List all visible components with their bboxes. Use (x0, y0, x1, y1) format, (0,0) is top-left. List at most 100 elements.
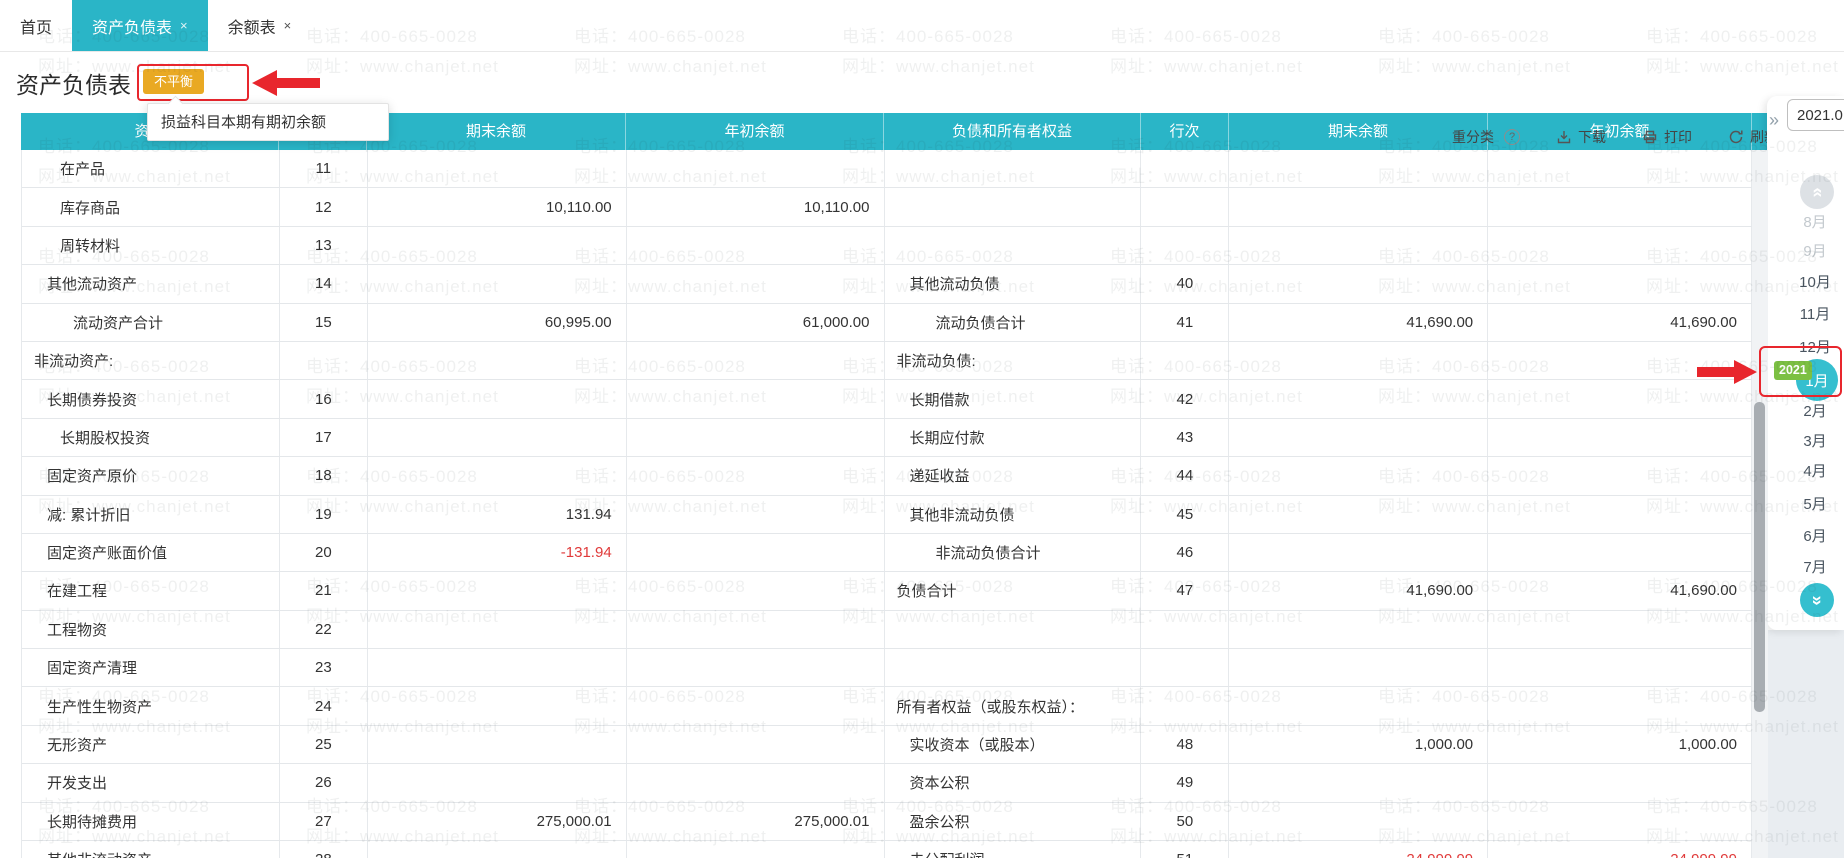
cell-liab-begin: 41,690.00 (1488, 303, 1752, 341)
cell-liab-label: 盈余公积 (885, 802, 1142, 841)
period-input[interactable] (1787, 99, 1844, 131)
cell-asset-end: 10,110.00 (368, 188, 627, 226)
cell-liab-label: 未分配利润 (885, 841, 1142, 858)
table-row: 固定资产清理 23 (22, 649, 1752, 688)
refresh-icon (1728, 129, 1744, 145)
table-row: 生产性生物资产 24 所有者权益（或股东权益）： (22, 687, 1752, 726)
cell-asset-no: 21 (280, 572, 368, 610)
cell-liab-no (1141, 150, 1230, 188)
cell-liab-end (1229, 341, 1489, 380)
header-cell: 负债和所有者权益 (884, 113, 1141, 150)
cell-asset-no: 12 (280, 188, 368, 226)
cell-asset-label: 长期债券投资 (22, 380, 280, 418)
cell-liab-label (885, 188, 1142, 226)
month-item[interactable]: 2月 (1786, 398, 1844, 426)
reclassify-label: 重分类 (1452, 129, 1494, 145)
cell-liab-end (1229, 610, 1489, 649)
cell-asset-no: 17 (280, 418, 368, 457)
download-button[interactable]: 下载 (1556, 127, 1606, 147)
cell-liab-begin: 1,000.00 (1488, 725, 1752, 764)
tab-label: 首页 (20, 19, 53, 37)
cell-liab-begin (1488, 188, 1752, 226)
help-icon[interactable]: ? (1504, 129, 1520, 145)
tab-1[interactable]: 资产负债表 × (72, 0, 208, 51)
month-item[interactable]: 11月 (1786, 301, 1844, 329)
cell-liab-no (1141, 341, 1230, 380)
cell-liab-begin (1488, 649, 1752, 687)
tab-close-icon[interactable]: × (284, 18, 292, 33)
cell-liab-label: 长期借款 (885, 380, 1142, 418)
print-button[interactable]: 打印 (1642, 127, 1692, 147)
scroll-months-up-icon[interactable]: » (1800, 175, 1834, 209)
cell-liab-no: 50 (1141, 802, 1230, 841)
month-item[interactable]: 8月 (1786, 209, 1844, 237)
cell-liab-end (1229, 380, 1489, 418)
month-item[interactable]: 12月 (1786, 334, 1844, 362)
cell-liab-end (1229, 150, 1489, 188)
tab-2[interactable]: 余额表 × (208, 0, 312, 51)
cell-liab-begin (1488, 150, 1752, 188)
month-item[interactable]: 9月 (1786, 238, 1844, 266)
tab-close-icon[interactable]: × (180, 18, 188, 33)
tooltip: 损益科目本期有期初余额 (147, 103, 389, 141)
cell-asset-label: 其他非流动资产 (22, 841, 280, 858)
cell-liab-label (885, 610, 1142, 649)
cell-asset-begin (627, 495, 885, 533)
cell-asset-begin (627, 265, 885, 303)
cell-asset-no: 11 (280, 150, 368, 188)
cell-liab-label (885, 649, 1142, 687)
cell-asset-label: 在建工程 (22, 572, 280, 610)
cell-asset-no: 14 (280, 265, 368, 303)
cell-asset-begin (627, 649, 885, 687)
month-item[interactable]: 4月 (1786, 458, 1844, 486)
table-row: 固定资产原价 18 递延收益 44 (22, 457, 1752, 496)
scrollbar-thumb[interactable] (1754, 402, 1765, 712)
cell-liab-label: 所有者权益（或股东权益）： (885, 687, 1142, 725)
cell-liab-no: 42 (1141, 380, 1230, 418)
cell-liab-no: 44 (1141, 457, 1230, 495)
print-icon (1642, 129, 1658, 145)
table-row: 周转材料 13 (22, 226, 1752, 266)
download-label: 下载 (1578, 129, 1606, 145)
cell-liab-begin (1488, 226, 1752, 265)
reclassify-button[interactable]: 重分类 ? (1452, 127, 1520, 147)
page-title: 资产负债表 (16, 72, 131, 98)
cell-liab-no (1141, 226, 1230, 265)
status-badge[interactable]: 不平衡 (142, 69, 205, 94)
cell-asset-begin (627, 150, 885, 188)
print-label: 打印 (1664, 129, 1692, 145)
cell-asset-label: 库存商品 (22, 188, 280, 226)
month-item[interactable]: 6月 (1786, 523, 1844, 551)
cell-liab-begin (1488, 265, 1752, 303)
cell-liab-end: 1,000.00 (1229, 725, 1489, 764)
cell-liab-no (1141, 610, 1230, 649)
table-row: 长期股权投资 17 长期应付款 43 (22, 418, 1752, 458)
cell-asset-no: 20 (280, 533, 368, 572)
cell-liab-no (1141, 687, 1230, 725)
cell-liab-no: 43 (1141, 418, 1230, 457)
cell-asset-label: 工程物资 (22, 610, 280, 649)
tab-0[interactable]: 首页 (0, 0, 72, 51)
header-cell: 行次 (1141, 113, 1229, 150)
cell-asset-no: 15 (280, 303, 368, 341)
cell-liab-begin: -24,999.99 (1488, 841, 1752, 858)
cell-asset-no: 18 (280, 457, 368, 495)
table-row: 在建工程 21 负债合计 47 41,690.00 41,690.00 (22, 572, 1752, 611)
collapse-panel-icon[interactable]: » (1769, 110, 1779, 131)
cell-asset-label: 长期股权投资 (22, 418, 280, 457)
cell-liab-label (885, 226, 1142, 265)
month-item[interactable]: 3月 (1786, 428, 1844, 456)
month-item[interactable]: 7月 (1786, 554, 1844, 582)
cell-asset-begin (627, 687, 885, 725)
cell-asset-begin (627, 418, 885, 457)
cell-asset-end (368, 265, 627, 303)
month-item[interactable]: 5月 (1786, 491, 1844, 519)
cell-liab-label: 流动负债合计 (885, 303, 1142, 341)
cell-liab-label: 非流动负债: (885, 341, 1142, 380)
cell-liab-label: 其他非流动负债 (885, 495, 1142, 533)
cell-asset-no: 27 (280, 802, 368, 841)
scroll-months-down-icon[interactable]: » (1800, 583, 1834, 617)
month-item[interactable]: 10月 (1786, 269, 1844, 297)
table-row: 非流动资产: 非流动负债: (22, 341, 1752, 381)
cell-liab-no: 49 (1141, 764, 1230, 802)
